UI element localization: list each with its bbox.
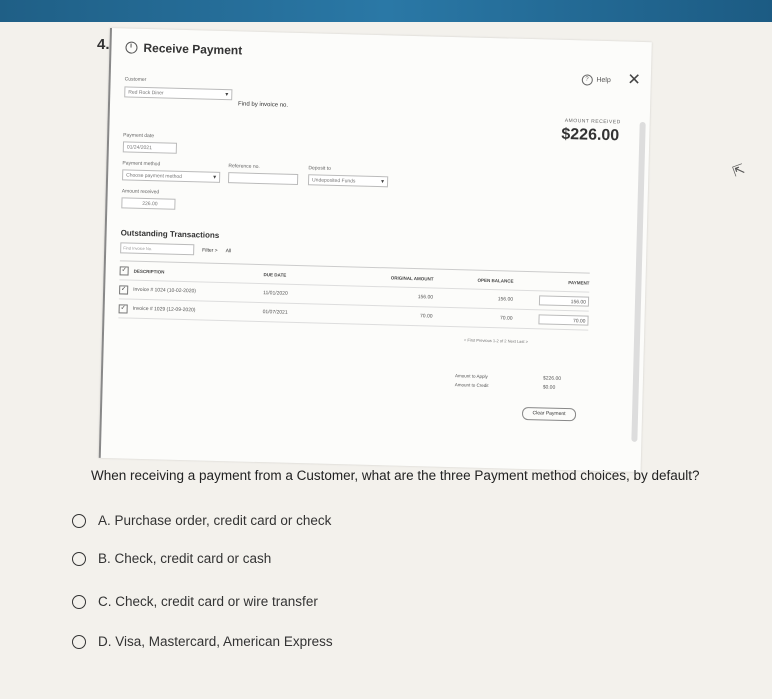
dialog-title: Receive Payment — [125, 40, 242, 57]
chevron-down-icon: ▾ — [380, 179, 385, 186]
row-description: Invoice # 1029 (12-09-2020) — [132, 305, 196, 314]
amount-received-big-label: AMOUNT RECEIVED — [564, 117, 621, 126]
row-open: 156.00 — [497, 296, 514, 303]
amount-to-credit-value: $0.00 — [542, 384, 556, 391]
chevron-down-icon: ▾ — [213, 174, 217, 181]
deposit-to-value: Undeposited Funds — [312, 177, 356, 185]
question-number: 4. — [97, 36, 110, 53]
outstanding-title: Outstanding Transactions — [120, 228, 220, 240]
help-link[interactable]: ? Help — [581, 74, 611, 86]
payment-method-label: Payment method — [122, 160, 161, 168]
question-text: When receiving a payment from a Customer… — [91, 468, 700, 483]
deposit-to-label: Deposit to — [308, 165, 331, 172]
payment-method-select[interactable]: Choose payment method ▾ — [122, 169, 221, 183]
help-icon: ? — [581, 74, 593, 86]
choice-d-label: D. Visa, Mastercard, American Express — [98, 634, 333, 649]
row-description: Invoice # 1024 (10-02-2020) — [133, 286, 197, 295]
payment-date-label: Payment date — [123, 132, 155, 140]
chevron-down-icon: ▾ — [225, 92, 229, 99]
row-due-date: 01/07/2021 — [262, 309, 288, 316]
row-checkbox[interactable]: ✓ — [118, 303, 128, 314]
payment-method-placeholder: Choose payment method — [126, 172, 183, 180]
transactions-table: ✓ DESCRIPTION DUE DATE ORIGINAL AMOUNT O… — [118, 260, 590, 331]
header-due-date: DUE DATE — [263, 271, 287, 278]
customer-label: Customer — [124, 76, 147, 83]
choice-b[interactable]: B. Check, credit card or cash — [72, 551, 271, 566]
amount-to-credit-label: Amount to Credit — [454, 382, 489, 389]
row-original: 156.00 — [417, 294, 434, 301]
radio-c[interactable] — [72, 594, 86, 609]
amount-received-label: Amount received — [121, 188, 160, 196]
amount-received-big: $226.00 — [561, 125, 620, 145]
scrollbar[interactable] — [631, 121, 646, 442]
choice-c-label: C. Check, credit card or wire transfer — [98, 594, 318, 609]
filter-all: All — [225, 247, 232, 254]
customer-value: Red Rock Diner — [128, 89, 164, 97]
clock-icon — [125, 41, 138, 54]
top-band — [0, 0, 772, 22]
amount-received-input[interactable]: 226.00 — [121, 197, 176, 210]
help-text: Help — [596, 76, 611, 85]
reference-input[interactable] — [227, 172, 299, 185]
choice-a[interactable]: A. Purchase order, credit card or check — [72, 513, 331, 528]
find-invoice-input[interactable]: Find Invoice No. — [120, 242, 195, 256]
customer-select[interactable]: Red Rock Diner ▾ — [124, 86, 233, 101]
header-description: DESCRIPTION — [133, 268, 165, 275]
pager[interactable]: < First Previous 1-2 of 2 Next Last > — [464, 337, 528, 344]
radio-a[interactable] — [72, 513, 86, 528]
row-payment-input[interactable]: 70.00 — [538, 314, 589, 326]
row-payment-input[interactable]: 156.00 — [538, 295, 590, 307]
choice-d[interactable]: D. Visa, Mastercard, American Express — [72, 634, 333, 649]
receive-payment-screenshot: Receive Payment ? Help ✕ Customer Red Ro… — [98, 28, 652, 473]
row-open: 70.00 — [499, 315, 513, 322]
row-due-date: 11/01/2020 — [263, 290, 288, 297]
row-original: 70.00 — [419, 313, 433, 320]
clear-payment-button[interactable]: Clear Payment — [521, 406, 577, 422]
cursor-icon: ⇱ — [730, 160, 747, 180]
radio-b[interactable] — [72, 551, 86, 566]
payment-date-input[interactable]: 01/24/2021 — [122, 141, 178, 154]
header-original-amount: ORIGINAL AMOUNT — [390, 274, 434, 282]
select-all-checkbox[interactable]: ✓ — [119, 265, 129, 276]
close-icon[interactable]: ✕ — [627, 70, 641, 90]
header-open-balance: OPEN BALANCE — [477, 277, 514, 284]
filter-button[interactable]: Filter > — [202, 247, 218, 253]
choice-c[interactable]: C. Check, credit card or wire transfer — [72, 594, 318, 609]
find-by-invoice-button[interactable]: Find by invoice no. — [238, 101, 288, 108]
filter-row: Find Invoice No. Filter > All — [120, 242, 231, 256]
choice-a-label: A. Purchase order, credit card or check — [98, 513, 332, 528]
dialog-title-text: Receive Payment — [143, 40, 243, 58]
deposit-to-select[interactable]: Undeposited Funds ▾ — [307, 174, 389, 188]
header-payment: PAYMENT — [568, 279, 590, 286]
radio-d[interactable] — [72, 634, 86, 649]
reference-label: Reference no. — [228, 163, 260, 170]
choice-b-label: B. Check, credit card or cash — [98, 551, 272, 566]
amount-to-apply-label: Amount to Apply — [454, 373, 488, 380]
row-checkbox[interactable]: ✓ — [119, 284, 129, 295]
amount-to-apply-value: $226.00 — [542, 375, 562, 382]
